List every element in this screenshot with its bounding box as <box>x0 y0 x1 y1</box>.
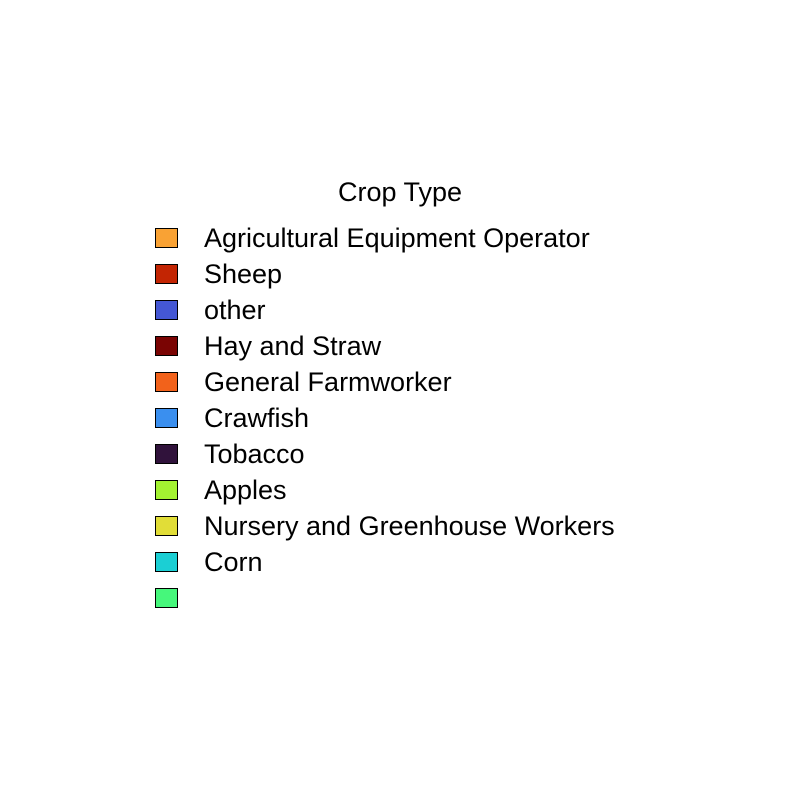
legend-swatch <box>155 300 178 320</box>
legend-item: Agricultural Equipment Operator <box>155 222 715 258</box>
legend-label: Sheep <box>204 259 283 289</box>
legend-swatch <box>155 372 178 392</box>
legend-label: Nursery and Greenhouse Workers <box>204 511 615 541</box>
legend-item: Sheep <box>155 258 715 294</box>
legend-item: Corn <box>155 546 715 582</box>
legend-item: Apples <box>155 474 715 510</box>
legend-item: Tobacco <box>155 438 715 474</box>
legend-swatch <box>155 588 178 608</box>
legend-item <box>155 582 715 618</box>
legend-label: General Farmworker <box>204 367 452 397</box>
legend-swatch <box>155 264 178 284</box>
legend-label: Corn <box>204 547 263 577</box>
legend-label: other <box>204 295 266 325</box>
legend-swatch <box>155 480 178 500</box>
legend-swatch <box>155 228 178 248</box>
legend-swatch <box>155 408 178 428</box>
legend-item: Nursery and Greenhouse Workers <box>155 510 715 546</box>
legend-swatch <box>155 516 178 536</box>
legend-swatch <box>155 552 178 572</box>
legend-label: Agricultural Equipment Operator <box>204 223 590 253</box>
legend-label: Apples <box>204 475 287 505</box>
legend-title: Crop Type <box>337 177 463 207</box>
legend-item: Hay and Straw <box>155 330 715 366</box>
legend-list: Agricultural Equipment Operator Sheep othe… <box>155 222 715 618</box>
legend-item: other <box>155 294 715 330</box>
legend-swatch <box>155 336 178 356</box>
legend-item: General Farmworker <box>155 366 715 402</box>
legend-label: Tobacco <box>204 439 305 469</box>
legend-swatch <box>155 444 178 464</box>
legend-label: Hay and Straw <box>204 331 382 361</box>
legend-label: Crawfish <box>204 403 310 433</box>
legend: Crop Type Agricultural Equipment Operato… <box>0 0 800 800</box>
legend-item: Crawfish <box>155 402 715 438</box>
